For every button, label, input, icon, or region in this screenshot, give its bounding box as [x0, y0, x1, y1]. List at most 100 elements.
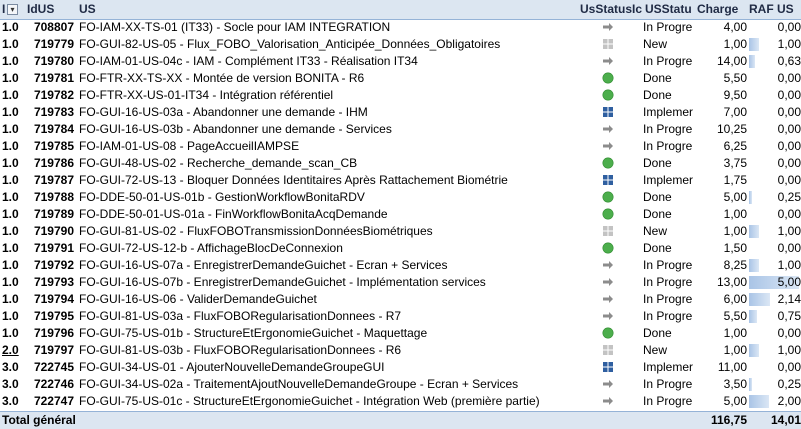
header-us[interactable]: US — [79, 0, 119, 19]
green-circle-icon — [600, 155, 618, 172]
grid-blue-icon — [600, 104, 618, 121]
us-cell: FO-FTR-XX-US-01-IT34 - Intégration référ… — [79, 88, 334, 102]
header-charge[interactable]: Charge — [697, 0, 743, 19]
table-row[interactable]: 1.0 719793 FO-GUI-16-US-07b - EnregistrerD… — [0, 274, 801, 291]
id-cell: 719787 — [33, 173, 74, 187]
table-row[interactable]: 2.0 719797 FO-GUI-81-US-03b - FluxFOBORegu… — [0, 342, 801, 359]
raf-cell: 0,00 — [748, 104, 801, 121]
status-cell: New — [643, 343, 668, 357]
id-cell: 719785 — [33, 139, 74, 153]
level-cell: 1.0 — [2, 20, 19, 34]
level-cell: 1.0 — [2, 326, 19, 340]
table-row[interactable]: 3.0 722745 FO-GUI-34-US-01 - AjouterNouvel… — [0, 359, 801, 376]
header-id[interactable]: IdUS — [27, 0, 67, 19]
table-row[interactable]: 1.0 719789 FO-DDE-50-01-US-01a - FinWorkfl… — [0, 206, 801, 223]
raf-data-bar — [749, 191, 752, 204]
raf-data-bar — [749, 344, 759, 357]
table-row[interactable]: 1.0 719785 FO-IAM-01-US-08 - PageAccueilIA… — [0, 138, 801, 155]
raf-data-bar — [749, 55, 755, 68]
level-cell: 1.0 — [2, 309, 19, 323]
table-row[interactable]: 1.0 719786 FO-GUI-48-US-02 - Recherche_dem… — [0, 155, 801, 172]
raf-value: 0,00 — [777, 207, 801, 221]
header-level[interactable]: I — [2, 0, 8, 19]
table-row[interactable]: 1.0 719779 FO-GUI-82-US-05 - Flux_FOBO_Val… — [0, 36, 801, 53]
level-cell: 1.0 — [2, 275, 19, 289]
charge-cell: 1,00 — [723, 224, 747, 238]
table-row[interactable]: 1.0 719780 FO-IAM-01-US-04c - IAM - Complé… — [0, 53, 801, 70]
green-circle-icon — [600, 240, 618, 257]
status-cell: In Progre — [643, 258, 693, 272]
total-charge: 116,75 — [710, 413, 747, 427]
status-cell: Done — [643, 156, 672, 170]
table-row[interactable]: 1.0 719791 FO-GUI-72-US-12-b - AffichageBl… — [0, 240, 801, 257]
charge-cell: 4,00 — [723, 20, 747, 34]
us-cell: FO-GUI-16-US-07a - EnregistrerDemandeGui… — [79, 258, 448, 272]
id-cell: 719790 — [33, 224, 74, 238]
header-raf[interactable]: RAF US — [749, 0, 801, 19]
us-cell: FO-GUI-75-US-01c - StructureEtErgonomieG… — [79, 394, 540, 408]
id-cell: 719796 — [33, 326, 74, 340]
raf-cell: 0,00 — [748, 138, 801, 155]
charge-cell: 6,00 — [723, 292, 747, 306]
table-row[interactable]: 1.0 719787 FO-GUI-72-US-13 - Bloquer Donné… — [0, 172, 801, 189]
arrow-icon — [600, 291, 618, 308]
status-cell: Done — [643, 88, 672, 102]
raf-data-bar — [749, 395, 769, 408]
raf-value: 1,00 — [777, 37, 801, 51]
header-status-icon[interactable]: UsStatusIc — [580, 0, 646, 19]
level-cell: 1.0 — [2, 37, 19, 51]
raf-cell: 0,25 — [748, 189, 801, 206]
raf-cell: 1,00 — [748, 36, 801, 53]
grid-grey-icon — [600, 342, 618, 359]
us-cell: FO-GUI-81-US-03a - FluxFOBORegularisatio… — [79, 309, 402, 323]
level-cell: 1.0 — [2, 156, 19, 170]
raf-cell: 0,00 — [748, 240, 801, 257]
raf-value: 0,75 — [777, 309, 801, 323]
table-row[interactable]: 1.0 719794 FO-GUI-16-US-06 - ValiderDemand… — [0, 291, 801, 308]
raf-value: 0,00 — [777, 173, 801, 187]
table-row[interactable]: 1.0 719783 FO-GUI-16-US-03a - Abandonner u… — [0, 104, 801, 121]
table-row[interactable]: 3.0 722746 FO-GUI-34-US-02a - TraitementAj… — [0, 376, 801, 393]
table-row[interactable]: 3.0 722747 FO-GUI-75-US-01c - StructureEtE… — [0, 393, 801, 410]
us-cell: FO-IAM-01-US-08 - PageAccueilIAMPSE — [79, 139, 300, 153]
us-cell: FO-GUI-34-US-01 - AjouterNouvelleDemande… — [79, 360, 385, 374]
level-cell: 1.0 — [2, 71, 19, 85]
total-raf: 14,01 — [770, 413, 801, 427]
status-cell: In Progre — [643, 122, 693, 136]
grid-grey-icon — [600, 223, 618, 240]
table-row[interactable]: 1.0 719790 FO-GUI-81-US-02 - FluxFOBOTrans… — [0, 223, 801, 240]
charge-cell: 5,00 — [723, 190, 747, 204]
level-cell: 1.0 — [2, 173, 19, 187]
id-cell: 719791 — [33, 241, 74, 255]
id-cell: 719795 — [33, 309, 74, 323]
raf-value: 0,00 — [777, 122, 801, 136]
raf-value: 0,00 — [777, 139, 801, 153]
table-row[interactable]: 1.0 719781 FO-FTR-XX-TS-XX - Montée de ver… — [0, 70, 801, 87]
raf-value: 0,63 — [777, 54, 801, 68]
raf-cell: 0,00 — [748, 325, 801, 342]
raf-value: 1,00 — [777, 343, 801, 357]
charge-cell: 10,25 — [716, 122, 747, 136]
id-cell: 719788 — [33, 190, 74, 204]
table-row[interactable]: 1.0 719788 FO-DDE-50-01-US-01b - GestionWo… — [0, 189, 801, 206]
raf-cell: 5,00 — [748, 274, 801, 291]
status-cell: Done — [643, 241, 672, 255]
table-row[interactable]: 1.0 708807 FO-IAM-XX-TS-01 (IT33) - Socle … — [0, 19, 801, 36]
id-cell: 708807 — [33, 20, 74, 34]
status-cell: In Progre — [643, 139, 693, 153]
table-row[interactable]: 1.0 719795 FO-GUI-81-US-03a - FluxFOBORegu… — [0, 308, 801, 325]
raf-cell: 0,00 — [748, 359, 801, 376]
table-row[interactable]: 1.0 719782 FO-FTR-XX-US-01-IT34 - Intégrat… — [0, 87, 801, 104]
table-row[interactable]: 1.0 719796 FO-GUI-75-US-01b - StructureEtE… — [0, 325, 801, 342]
status-cell: In Progre — [643, 394, 693, 408]
filter-icon[interactable]: ▾ — [7, 4, 18, 15]
charge-cell: 1,00 — [723, 343, 747, 357]
raf-value: 1,00 — [777, 224, 801, 238]
us-cell: FO-GUI-16-US-07b - EnregistrerDemandeGui… — [79, 275, 486, 289]
header-status[interactable]: USStatu — [645, 0, 697, 19]
id-cell: 719794 — [33, 292, 74, 306]
charge-cell: 1,75 — [723, 173, 747, 187]
table-row[interactable]: 1.0 719792 FO-GUI-16-US-07a - EnregistrerD… — [0, 257, 801, 274]
charge-cell: 5,00 — [723, 394, 747, 408]
table-row[interactable]: 1.0 719784 FO-GUI-16-US-03b - Abandonner u… — [0, 121, 801, 138]
